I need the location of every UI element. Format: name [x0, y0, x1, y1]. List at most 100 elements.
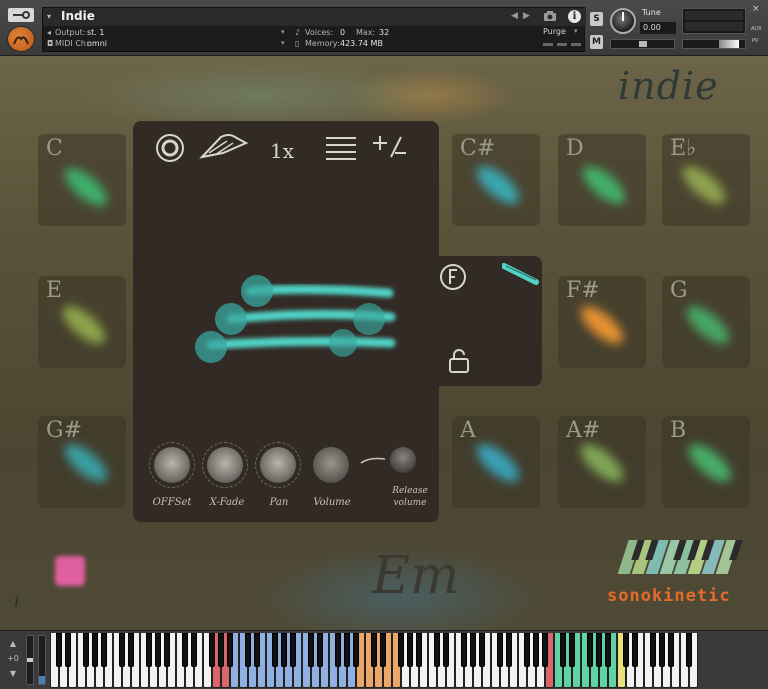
black-key[interactable]: [649, 633, 656, 667]
black-key[interactable]: [370, 633, 377, 667]
chord-pad-b[interactable]: B: [662, 416, 750, 508]
black-key[interactable]: [307, 633, 314, 667]
black-key[interactable]: [127, 633, 134, 667]
output-dropdown-icon[interactable]: ▾: [281, 28, 285, 36]
pv-button[interactable]: PV: [752, 38, 758, 44]
octave-down-icon[interactable]: ▼: [4, 669, 22, 678]
black-key[interactable]: [316, 633, 323, 667]
xfade-knob[interactable]: [207, 447, 243, 483]
pan-slider[interactable]: [610, 39, 675, 49]
black-key[interactable]: [226, 633, 233, 667]
black-key[interactable]: [271, 633, 278, 667]
black-key[interactable]: [91, 633, 98, 667]
volume-knob[interactable]: [313, 447, 349, 483]
instrument-name[interactable]: Indie: [61, 9, 95, 23]
octave-control[interactable]: ▲ +0 ▼: [4, 639, 22, 683]
purge-dropdown-icon[interactable]: ▾: [574, 27, 578, 35]
chord-pad-f-sharp[interactable]: F#: [558, 276, 646, 368]
midi-dropdown-icon[interactable]: ▾: [281, 39, 285, 47]
info-icon[interactable]: i: [14, 592, 19, 611]
lock-icon[interactable]: [448, 348, 470, 374]
chord-pad-d[interactable]: D: [558, 134, 646, 226]
chord-pad-c[interactable]: C: [38, 134, 126, 226]
black-key[interactable]: [64, 633, 71, 667]
chord-pad-e-flat[interactable]: E♭: [662, 134, 750, 226]
black-key[interactable]: [469, 633, 476, 667]
close-instrument-button[interactable]: ×: [752, 4, 760, 14]
black-key[interactable]: [118, 633, 125, 667]
chord-pad-a-sharp[interactable]: A#: [558, 416, 646, 508]
wrench-button[interactable]: [8, 8, 34, 22]
tune-knob[interactable]: [610, 8, 636, 34]
black-key[interactable]: [154, 633, 161, 667]
black-key[interactable]: [460, 633, 467, 667]
midi-value[interactable]: omni: [87, 39, 107, 48]
black-key[interactable]: [532, 633, 539, 667]
black-key[interactable]: [568, 633, 575, 667]
output-value[interactable]: st. 1: [87, 28, 104, 37]
chord-pad-e[interactable]: E: [38, 276, 126, 368]
pitch-wheel[interactable]: [26, 635, 34, 685]
black-key[interactable]: [541, 633, 548, 667]
black-key[interactable]: [685, 633, 692, 667]
aux-button[interactable]: AUX: [751, 26, 762, 32]
tune-value[interactable]: 0.00: [640, 22, 676, 34]
camera-icon[interactable]: [543, 10, 557, 22]
black-key[interactable]: [253, 633, 260, 667]
black-key[interactable]: [334, 633, 341, 667]
mod-wheel[interactable]: [38, 635, 46, 685]
black-key[interactable]: [352, 633, 359, 667]
black-key[interactable]: [631, 633, 638, 667]
black-key[interactable]: [604, 633, 611, 667]
pick-icon[interactable]: [199, 131, 249, 163]
black-key[interactable]: [181, 633, 188, 667]
black-key[interactable]: [658, 633, 665, 667]
black-key[interactable]: [523, 633, 530, 667]
black-key[interactable]: [289, 633, 296, 667]
black-key[interactable]: [667, 633, 674, 667]
max-voices-value[interactable]: 32: [379, 28, 389, 37]
offset-knob[interactable]: [154, 447, 190, 483]
black-key[interactable]: [244, 633, 251, 667]
release-volume-knob[interactable]: [390, 447, 416, 473]
black-key[interactable]: [190, 633, 197, 667]
volume-slider[interactable]: [682, 39, 746, 49]
chord-pad-g[interactable]: G: [662, 276, 750, 368]
black-key[interactable]: [280, 633, 287, 667]
black-key[interactable]: [343, 633, 350, 667]
octave-up-icon[interactable]: ▲: [4, 639, 22, 648]
chord-pad-c-sharp[interactable]: C#: [452, 134, 540, 226]
black-key[interactable]: [505, 633, 512, 667]
pan-knob[interactable]: [260, 447, 296, 483]
black-key[interactable]: [433, 633, 440, 667]
black-key[interactable]: [379, 633, 386, 667]
purge-button[interactable]: Purge: [543, 27, 566, 36]
f-icon[interactable]: [438, 262, 468, 292]
collapse-icon[interactable]: ▾: [47, 12, 57, 22]
black-key[interactable]: [82, 633, 89, 667]
black-key[interactable]: [145, 633, 152, 667]
info-icon[interactable]: i: [568, 10, 581, 23]
black-key[interactable]: [559, 633, 566, 667]
black-key[interactable]: [415, 633, 422, 667]
black-key[interactable]: [406, 633, 413, 667]
black-key[interactable]: [622, 633, 629, 667]
black-key[interactable]: [55, 633, 62, 667]
strings-icon[interactable]: [502, 260, 542, 288]
black-key[interactable]: [478, 633, 485, 667]
black-key[interactable]: [208, 633, 215, 667]
chord-pad-g-sharp[interactable]: G#: [38, 416, 126, 508]
black-key[interactable]: [217, 633, 224, 667]
black-key[interactable]: [163, 633, 170, 667]
black-key[interactable]: [397, 633, 404, 667]
black-key[interactable]: [586, 633, 593, 667]
plus-minus-icon[interactable]: [371, 133, 407, 161]
record-icon[interactable]: [155, 133, 185, 163]
black-key[interactable]: [100, 633, 107, 667]
mute-button[interactable]: M: [590, 35, 603, 49]
black-key[interactable]: [442, 633, 449, 667]
speed-multiplier[interactable]: 1x: [270, 139, 294, 163]
chord-pad-a[interactable]: A: [452, 416, 540, 508]
solo-button[interactable]: S: [590, 12, 603, 26]
next-instrument-icon[interactable]: ▶: [523, 11, 530, 21]
